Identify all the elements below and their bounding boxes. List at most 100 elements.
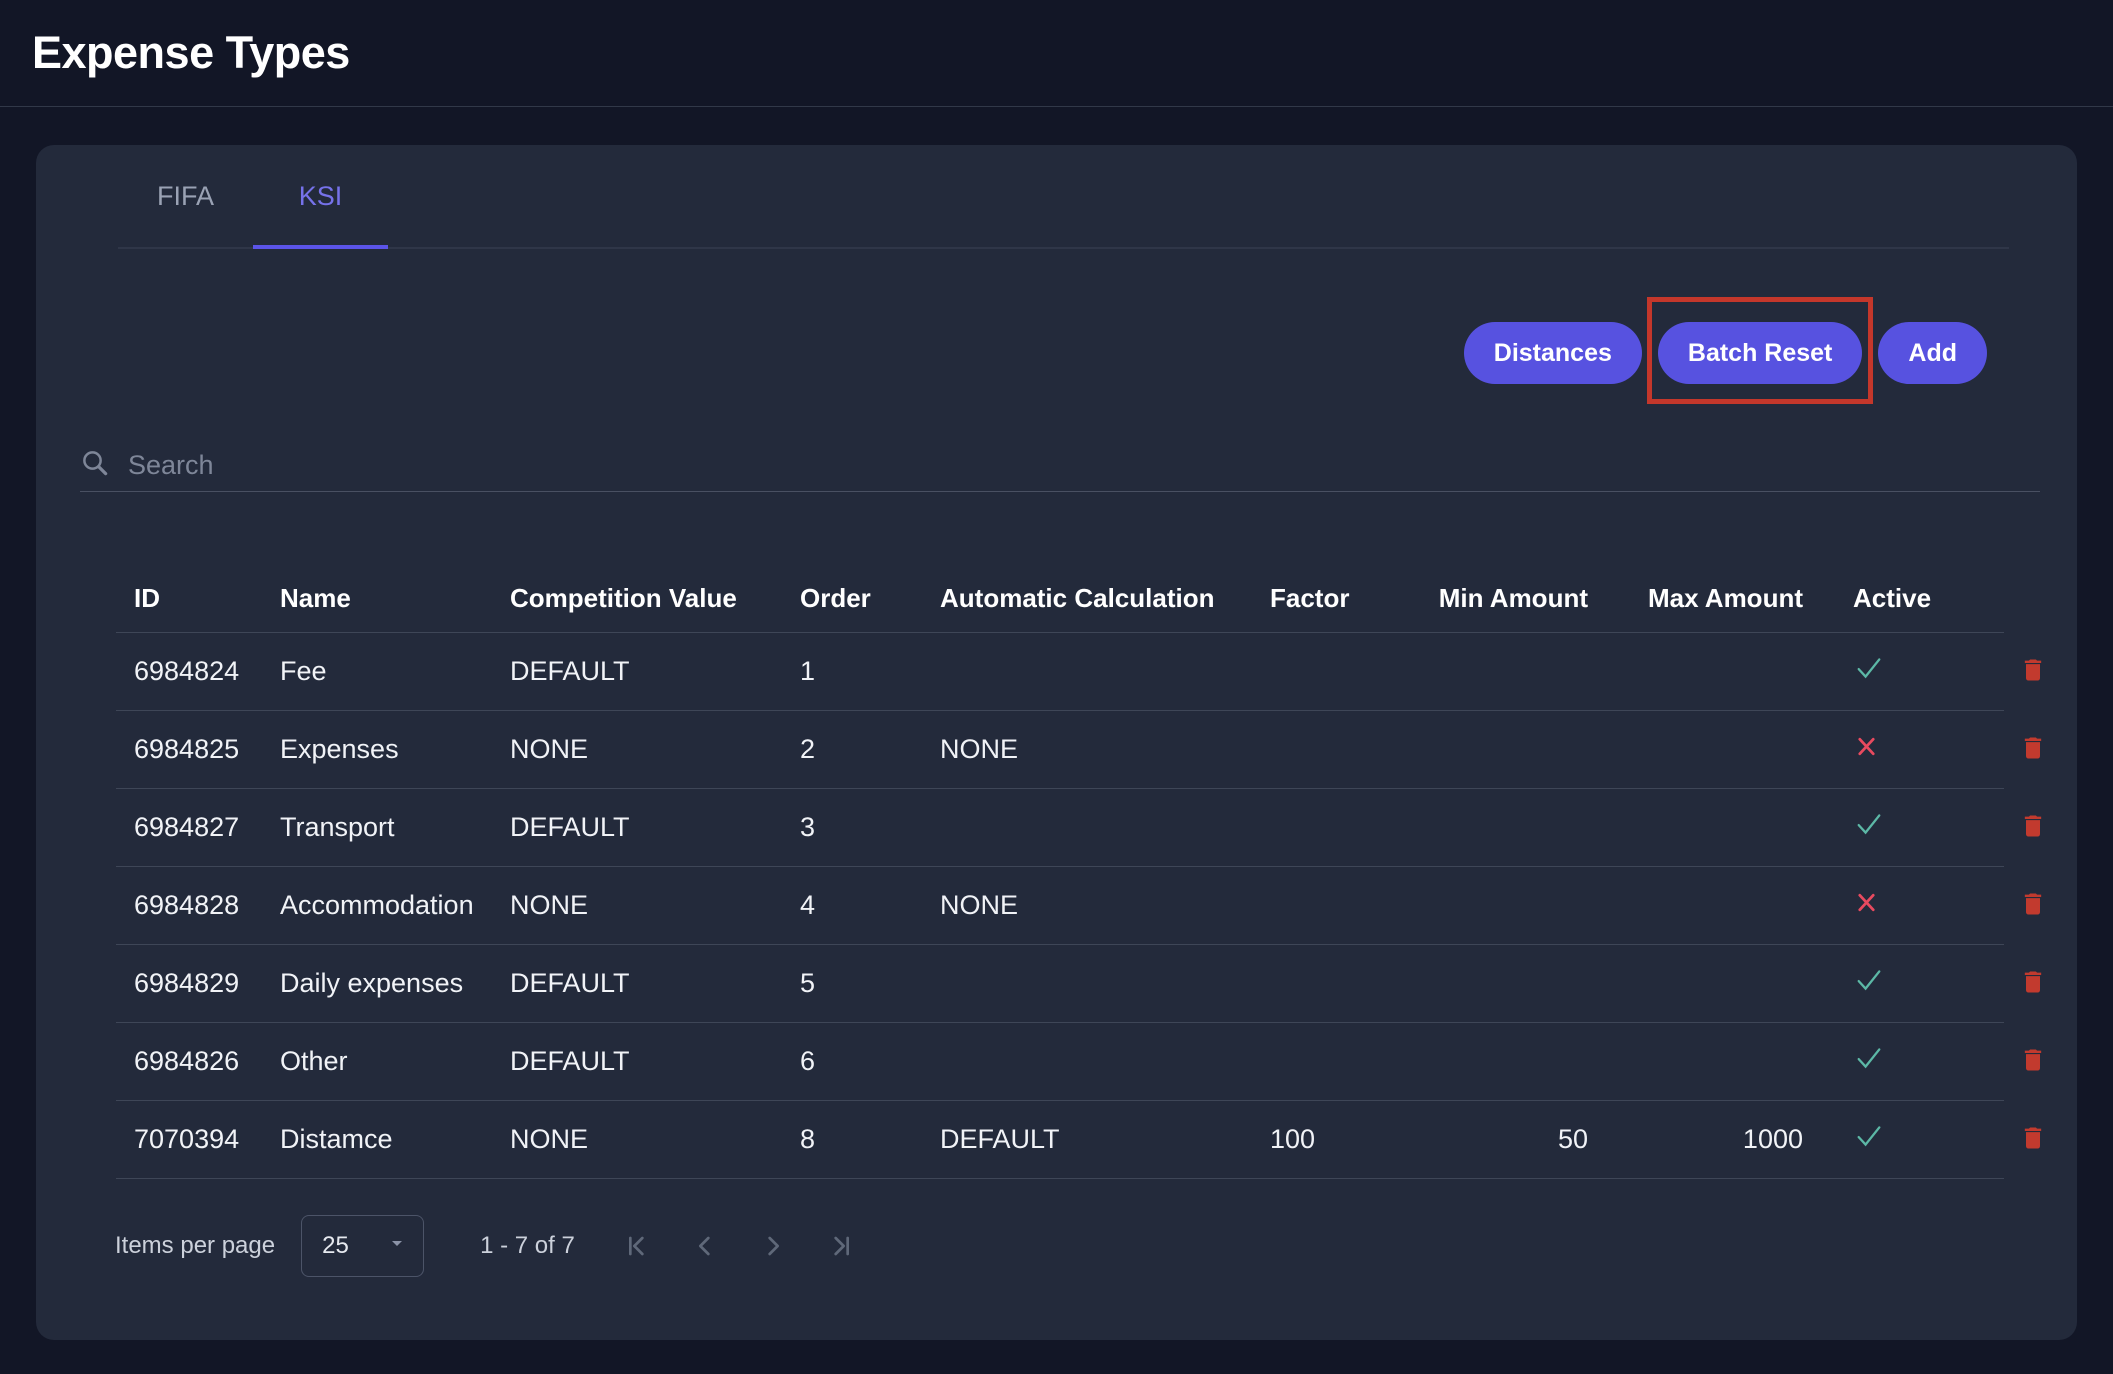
cell-delete <box>1991 1120 2076 1159</box>
cell-delete <box>1991 652 2076 691</box>
column-header-order: Order <box>786 583 926 614</box>
cell-competition_value: NONE <box>496 890 786 921</box>
table-row: 6984827TransportDEFAULT3 <box>116 789 2004 867</box>
cell-name: Expenses <box>266 734 496 765</box>
first-page-icon[interactable] <box>617 1226 657 1266</box>
column-header-name: Name <box>266 583 496 614</box>
cell-max_amount: 1000 <box>1596 1124 1811 1155</box>
cell-min_amount: 50 <box>1431 1124 1596 1155</box>
delete-button[interactable] <box>2015 886 2051 925</box>
trash-icon <box>2019 1124 2047 1155</box>
cell-competition_value: NONE <box>496 734 786 765</box>
trash-icon <box>2019 968 2047 999</box>
cell-competition_value: DEFAULT <box>496 968 786 999</box>
cell-competition_value: DEFAULT <box>496 1046 786 1077</box>
delete-button[interactable] <box>2015 1120 2051 1159</box>
paginator: Items per page 25 1 - 7 of 7 <box>115 1215 2077 1277</box>
cell-name: Other <box>266 1046 496 1077</box>
chevron-down-icon <box>385 1231 409 1262</box>
cell-delete <box>1991 964 2076 1003</box>
paginator-nav <box>617 1226 861 1266</box>
trash-icon <box>2019 656 2047 687</box>
cell-active <box>1811 1042 1991 1081</box>
cell-active <box>1811 889 1991 923</box>
cell-id: 6984826 <box>116 1046 266 1077</box>
cell-automatic_calculation: DEFAULT <box>926 1124 1256 1155</box>
page-size-select[interactable]: 25 <box>301 1215 424 1277</box>
cell-delete <box>1991 1042 2076 1081</box>
content-card: FIFA KSI Distances Batch Reset Add IDNam… <box>36 145 2077 1340</box>
cell-competition_value: DEFAULT <box>496 656 786 687</box>
column-header-max_amount: Max Amount <box>1596 583 1811 614</box>
cell-active <box>1811 733 1991 767</box>
x-icon <box>1853 736 1880 766</box>
tab-ksi[interactable]: KSI <box>253 145 388 247</box>
items-per-page-label: Items per page <box>115 1232 275 1260</box>
delete-button[interactable] <box>2015 730 2051 769</box>
cell-competition_value: DEFAULT <box>496 812 786 843</box>
tab-fifa[interactable]: FIFA <box>118 145 253 247</box>
cell-delete <box>1991 730 2076 769</box>
table-row: 6984824FeeDEFAULT1 <box>116 633 2004 711</box>
column-header-automatic_calculation: Automatic Calculation <box>926 583 1256 614</box>
cell-name: Fee <box>266 656 496 687</box>
cell-automatic_calculation: NONE <box>926 734 1256 765</box>
table-row: 6984826OtherDEFAULT6 <box>116 1023 2004 1101</box>
cell-order: 8 <box>786 1124 926 1155</box>
delete-button[interactable] <box>2015 652 2051 691</box>
cell-order: 2 <box>786 734 926 765</box>
check-icon <box>1853 1128 1885 1158</box>
distances-button[interactable]: Distances <box>1464 322 1642 384</box>
add-button[interactable]: Add <box>1878 322 1987 384</box>
cell-active <box>1811 1120 1991 1159</box>
batch-reset-button[interactable]: Batch Reset <box>1658 322 1863 384</box>
cell-name: Distamce <box>266 1124 496 1155</box>
check-icon <box>1853 972 1885 1002</box>
cell-order: 1 <box>786 656 926 687</box>
chevron-right-icon[interactable] <box>753 1226 793 1266</box>
check-icon <box>1853 816 1885 846</box>
x-icon <box>1853 892 1880 922</box>
cell-name: Accommodation <box>266 890 496 921</box>
cell-id: 6984828 <box>116 890 266 921</box>
cell-order: 3 <box>786 812 926 843</box>
last-page-icon[interactable] <box>821 1226 861 1266</box>
search-input[interactable] <box>128 450 2040 481</box>
cell-competition_value: NONE <box>496 1124 786 1155</box>
table-row: 6984828AccommodationNONE4NONE <box>116 867 2004 945</box>
delete-button[interactable] <box>2015 964 2051 1003</box>
cell-order: 5 <box>786 968 926 999</box>
cell-order: 6 <box>786 1046 926 1077</box>
action-buttons-row: Distances Batch Reset Add <box>36 322 1987 384</box>
cell-delete <box>1991 808 2076 847</box>
chevron-left-icon[interactable] <box>685 1226 725 1266</box>
cell-name: Daily expenses <box>266 968 496 999</box>
cell-factor: 100 <box>1256 1124 1431 1155</box>
search-icon <box>80 448 110 483</box>
cell-active <box>1811 964 1991 1003</box>
page-title: Expense Types <box>32 27 350 79</box>
delete-button[interactable] <box>2015 808 2051 847</box>
cell-active <box>1811 652 1991 691</box>
check-icon <box>1853 1050 1885 1080</box>
delete-button[interactable] <box>2015 1042 2051 1081</box>
table-body: 6984824FeeDEFAULT16984825ExpensesNONE2NO… <box>116 633 2004 1179</box>
expense-types-table: IDNameCompetition ValueOrderAutomatic Ca… <box>116 565 2004 1179</box>
trash-icon <box>2019 1046 2047 1077</box>
cell-id: 6984829 <box>116 968 266 999</box>
cell-name: Transport <box>266 812 496 843</box>
trash-icon <box>2019 812 2047 843</box>
batch-reset-wrapper: Batch Reset <box>1658 322 1863 384</box>
table-row: 6984825ExpensesNONE2NONE <box>116 711 2004 789</box>
trash-icon <box>2019 734 2047 765</box>
cell-active <box>1811 808 1991 847</box>
column-header-competition_value: Competition Value <box>496 583 786 614</box>
cell-id: 6984824 <box>116 656 266 687</box>
check-icon <box>1853 660 1885 690</box>
column-header-active: Active <box>1811 583 1991 614</box>
cell-id: 6984825 <box>116 734 266 765</box>
table-header-row: IDNameCompetition ValueOrderAutomatic Ca… <box>116 565 2004 633</box>
trash-icon <box>2019 890 2047 921</box>
page-size-value: 25 <box>322 1232 349 1260</box>
tab-bar: FIFA KSI <box>118 145 2009 249</box>
